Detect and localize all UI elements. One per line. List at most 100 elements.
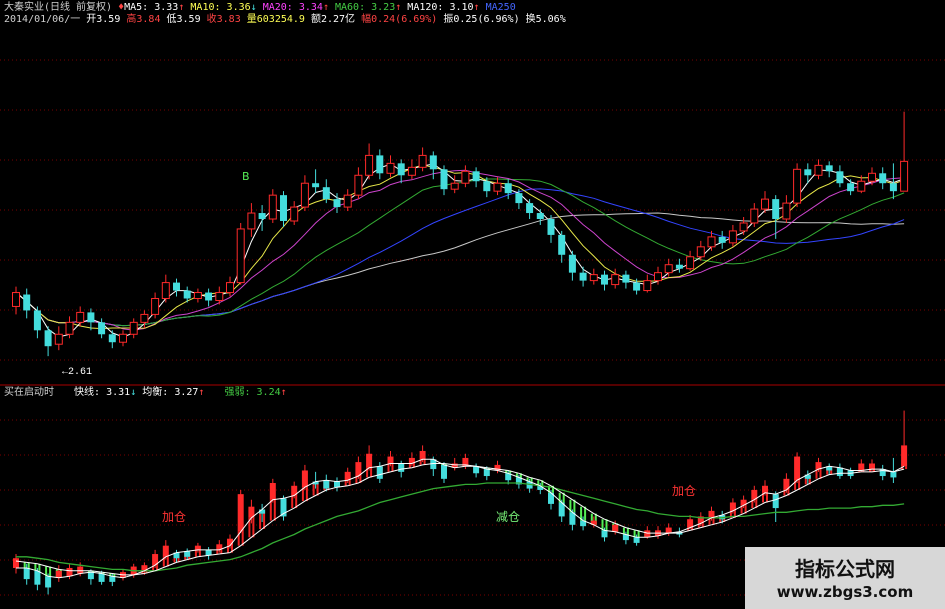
- indicator-mark: [441, 464, 447, 479]
- ma60-value: 3.23: [371, 2, 396, 13]
- quote-change: 幅0.24(6.69%): [361, 14, 438, 25]
- reduce-position-label: 减仓: [496, 510, 520, 524]
- indicator-mark: [762, 485, 768, 493]
- indicator-mark: [815, 462, 822, 470]
- add-position-label-1: 加仓: [162, 510, 186, 524]
- candle-body: [825, 165, 833, 172]
- ma5-label: MA5:: [124, 2, 149, 13]
- indicator-mark: [237, 494, 244, 532]
- candle-body: [526, 203, 534, 214]
- indicator-name: 买在启动时: [4, 387, 54, 398]
- candle-body: [333, 199, 341, 208]
- candle-body: [643, 280, 652, 292]
- candle-body: [386, 162, 395, 174]
- candle-body: [547, 219, 555, 235]
- ma120-label: MA120:: [407, 2, 444, 13]
- quote-high: 高3.84: [126, 14, 161, 25]
- candle-body: [76, 311, 85, 323]
- indicator-mark: [901, 445, 908, 467]
- candle-body: [868, 172, 876, 182]
- candle-body: [772, 199, 780, 219]
- ma10-value: 3.36: [226, 2, 251, 13]
- candle-body: [483, 181, 491, 192]
- candle-body: [472, 171, 480, 182]
- ma10-label: MA10:: [190, 2, 221, 13]
- arrow-up-icon: ↑: [178, 2, 185, 13]
- candle-body: [418, 154, 427, 168]
- ma60-label: MA60:: [335, 2, 366, 13]
- candle-body: [407, 166, 416, 176]
- indicator-mark: [858, 463, 865, 471]
- stock-chart[interactable]: ←2.61 加仓 加仓 减仓 B: [0, 0, 945, 609]
- candle-body: [900, 160, 909, 192]
- candle-body: [173, 282, 180, 291]
- candle-body: [376, 155, 384, 174]
- mid-line-value: 3.27: [174, 387, 199, 398]
- quote-amount: 额2.27亿: [310, 14, 356, 25]
- candle-body: [739, 222, 748, 232]
- candle-body: [440, 169, 448, 190]
- candle-body: [108, 334, 116, 343]
- indicator-mark: [23, 567, 30, 580]
- candle-body: [429, 155, 437, 170]
- candle-body: [268, 194, 277, 220]
- indicator-mark: [483, 469, 490, 477]
- arrow-up-icon: ↑: [395, 2, 402, 13]
- indicator-mark: [794, 456, 801, 481]
- indicator-mark: [387, 456, 394, 464]
- arrow-down-icon: ↓: [250, 2, 257, 13]
- arrow-up-icon: ↑: [198, 387, 205, 398]
- indicator-mark: [301, 470, 308, 488]
- indicator-mark: [77, 566, 84, 574]
- indicator-mark: [323, 480, 330, 489]
- candle-body: [718, 236, 726, 243]
- candle-body: [129, 321, 138, 335]
- strong-line-value: 3.24: [256, 387, 281, 398]
- indicator-mark: [366, 453, 373, 468]
- candle-body: [589, 274, 598, 282]
- candle-body: [23, 294, 31, 311]
- ma250-label: MA250: [485, 2, 516, 13]
- candle-body: [33, 310, 41, 331]
- candle-body: [847, 183, 855, 192]
- candle-body: [654, 272, 662, 282]
- ma120-value: 3.10: [449, 2, 474, 13]
- indicator-mark: [836, 467, 843, 477]
- candle-body: [300, 182, 309, 208]
- indicator-mark: [419, 450, 426, 460]
- indicator-mark: [98, 573, 105, 582]
- candle-body: [461, 170, 470, 184]
- indicator-mark: [398, 463, 405, 472]
- candle-body: [611, 274, 620, 286]
- candle-body: [65, 321, 74, 335]
- indicator-mark: [184, 551, 191, 557]
- indicator-mark: [109, 576, 116, 582]
- candle-body: [579, 272, 587, 281]
- quote-turnover: 换5.06%: [525, 14, 566, 25]
- quote-close: 收3.83: [206, 14, 241, 25]
- indicator-mark: [66, 567, 73, 577]
- indicator-mark: [194, 545, 201, 550]
- candle-body: [761, 198, 769, 210]
- candle-body: [215, 292, 224, 301]
- candle-body: [151, 298, 160, 315]
- indicator-mark: [772, 494, 779, 509]
- add-position-label-2: 加仓: [672, 484, 696, 498]
- quote-volume: 量603254.9: [246, 14, 305, 25]
- candle-body: [558, 234, 566, 255]
- quote-open: 开3.59: [86, 14, 121, 25]
- candle-body: [879, 173, 887, 184]
- candle-body: [193, 292, 202, 300]
- candle-body: [889, 183, 897, 192]
- candle-body: [354, 174, 363, 196]
- candle-body: [504, 183, 512, 194]
- candle-body: [54, 333, 63, 345]
- indicator-mark: [45, 576, 52, 588]
- candle-body: [707, 236, 716, 248]
- candle-body: [365, 154, 374, 176]
- candle-body: [750, 208, 759, 224]
- candle-body: [12, 292, 20, 307]
- candle-body: [814, 164, 823, 176]
- candle-body: [343, 194, 352, 208]
- candle-body: [140, 313, 149, 323]
